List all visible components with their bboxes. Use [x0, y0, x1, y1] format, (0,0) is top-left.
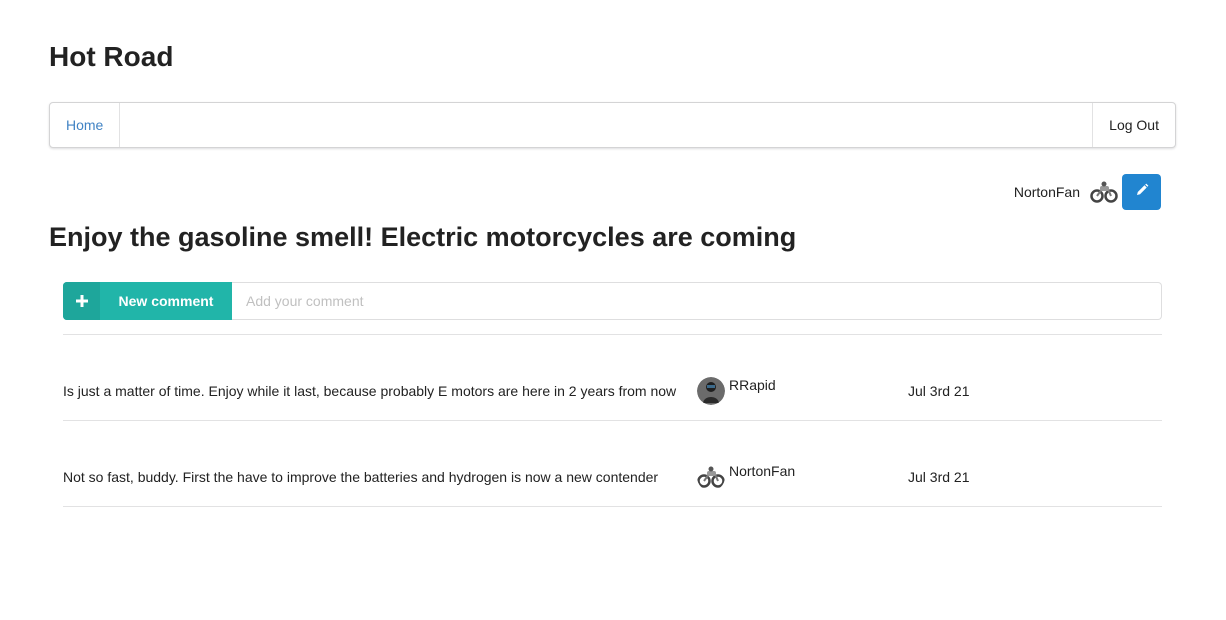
new-comment-label: New comment — [118, 293, 214, 309]
logout-button[interactable]: Log Out — [1092, 103, 1175, 147]
edit-post-button[interactable] — [1122, 174, 1161, 210]
comment-author-name: RRapid — [729, 377, 776, 393]
new-comment-button[interactable]: New comment — [63, 282, 232, 320]
comment-date: Jul 3rd 21 — [908, 469, 970, 485]
comment-row: Is just a matter of time. Enjoy while it… — [63, 335, 1162, 421]
new-comment-form: New comment — [63, 282, 1162, 320]
top-navbar: Home Log Out — [49, 102, 1176, 148]
post-author-name: NortonFan — [1013, 184, 1080, 200]
nav-home-link[interactable]: Home — [50, 103, 121, 147]
comment-author: NortonFan — [697, 463, 795, 491]
motorcycle-avatar-icon — [1090, 180, 1118, 204]
site-title: Hot Road — [49, 41, 174, 72]
pencil-icon — [1135, 183, 1149, 202]
rider-avatar-icon — [697, 377, 725, 405]
motorcycle-avatar-icon — [697, 463, 725, 491]
comment-text: Not so fast, buddy. First the have to im… — [63, 469, 659, 485]
post-title: Enjoy the gasoline smell! Electric motor… — [49, 222, 797, 252]
comment-text: Is just a matter of time. Enjoy while it… — [63, 383, 677, 399]
plus-icon — [63, 282, 100, 320]
comment-input[interactable] — [232, 282, 1162, 320]
comment-date: Jul 3rd 21 — [908, 383, 970, 399]
comment-row: Not so fast, buddy. First the have to im… — [63, 421, 1162, 507]
comments-list: Is just a matter of time. Enjoy while it… — [63, 335, 1162, 507]
comment-author-name: NortonFan — [729, 463, 796, 479]
post-author-bar: NortonFan — [1014, 174, 1161, 210]
comment-author: RRapid — [697, 377, 776, 405]
